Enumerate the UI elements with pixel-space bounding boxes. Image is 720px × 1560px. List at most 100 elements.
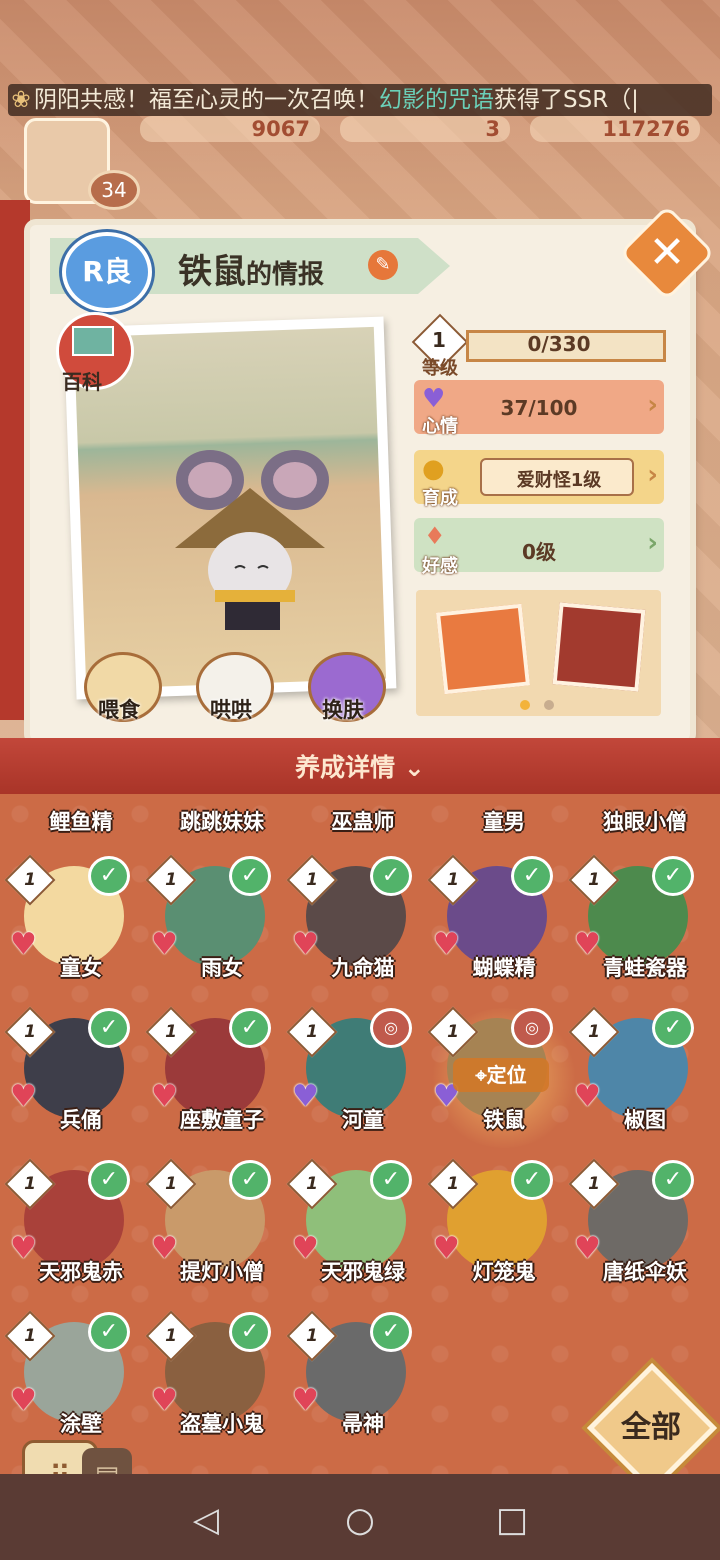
page-dot <box>544 700 554 710</box>
shikigami-name: 涂壁 <box>60 1412 102 1436</box>
partial-cell-name[interactable]: 独眼小僧 <box>570 806 720 836</box>
shikigami-cell[interactable]: 1 ✓ ♥ 兵俑 <box>4 1006 136 1148</box>
shikigami-name: 座敷童子 <box>180 1108 264 1132</box>
chevron-right-icon: › <box>647 460 658 490</box>
level-value: 1 <box>24 1326 36 1346</box>
home-icon[interactable]: ○ <box>340 1500 380 1540</box>
exp-value: 0/330 <box>527 332 591 356</box>
check-icon: ✓ <box>88 1312 130 1352</box>
skin-poster[interactable] <box>552 602 646 692</box>
partial-cell-name[interactable]: 童男 <box>429 806 579 836</box>
shikigami-name: 椒图 <box>624 1108 666 1132</box>
shikigami-cell[interactable]: 1 ✓ ♥ 盗墓小鬼 <box>145 1310 277 1452</box>
check-icon: ✓ <box>370 856 412 896</box>
shikigami-cell[interactable]: 1 ✓ ♥ 提灯小僧 <box>145 1158 277 1300</box>
level-value: 1 <box>588 870 600 890</box>
shikigami-name: 盗墓小鬼 <box>180 1412 264 1436</box>
level-value: 1 <box>306 1326 318 1346</box>
player-level-badge: 34 <box>88 170 140 210</box>
level-value: 1 <box>165 1174 177 1194</box>
affection-row[interactable]: ♦ 0级 好感 › <box>414 518 664 577</box>
shikigami-name: 河童 <box>342 1108 384 1132</box>
coin-value: 117276 <box>602 117 690 141</box>
encyclopedia-label: 百科 <box>62 370 102 394</box>
recents-icon[interactable]: □ <box>492 1500 532 1540</box>
shikigami-name: 天邪鬼赤 <box>39 1260 123 1284</box>
level-row: 1 0/330 等级 <box>411 313 666 379</box>
shikigami-cell[interactable]: 1 ✓ ♥ 青蛙瓷器 <box>568 854 700 996</box>
shikigami-name: 雨女 <box>201 956 243 980</box>
shikigami-name: 蝴蝶精 <box>472 956 536 980</box>
shikigami-cell[interactable]: 1 ◎ ♥ ⌖定位 铁鼠 <box>427 1006 579 1148</box>
feed-label: 喂食 <box>98 698 140 722</box>
level-value: 1 <box>447 870 459 890</box>
close-icon: ✕ <box>648 227 686 278</box>
shikigami-name: 帚神 <box>342 1412 384 1436</box>
level-value: 1 <box>165 870 177 890</box>
coax-label: 哄哄 <box>210 698 252 722</box>
locate-tag[interactable]: ⌖定位 <box>453 1058 549 1092</box>
skin-gallery[interactable] <box>416 590 661 716</box>
ticket-counter[interactable]: 3 <box>340 116 510 142</box>
mood-label: 心情 <box>422 416 458 437</box>
level-value: 1 <box>447 1022 459 1042</box>
check-icon: ✓ <box>88 856 130 896</box>
level-value: 1 <box>306 1174 318 1194</box>
check-icon: ✓ <box>229 1312 271 1352</box>
book-icon <box>72 326 114 356</box>
shikigami-cell[interactable]: 1 ✓ ♥ 童女 <box>4 854 136 996</box>
level-label: 等级 <box>422 358 458 379</box>
flower-icon: ❀ <box>11 87 31 113</box>
partial-cell-name[interactable]: 巫蛊师 <box>288 806 438 836</box>
level-value: 1 <box>24 870 36 890</box>
shikigami-cell[interactable]: 1 ✓ ♥ 雨女 <box>145 854 277 996</box>
check-icon: ✓ <box>370 1312 412 1352</box>
check-icon: ✓ <box>370 1160 412 1200</box>
training-details-label: 养成详情 ⌄ <box>0 748 720 784</box>
shikigami-cell[interactable]: 1 ✓ ♥ 椒图 <box>568 1006 700 1148</box>
growth-row[interactable]: ● 爱财怪1级 育成 › <box>414 450 664 509</box>
shikigami-name: 铁鼠 <box>178 252 246 292</box>
back-icon[interactable]: ◁ <box>186 1500 226 1540</box>
check-icon: ✓ <box>511 1160 553 1200</box>
shikigami-cell[interactable]: 1 ✓ ♥ 涂壁 <box>4 1310 136 1452</box>
chevron-down-icon: ⌄ <box>403 753 425 782</box>
rename-button[interactable]: ✎ <box>368 250 398 280</box>
title-suffix: 的情报 <box>246 260 325 290</box>
shikigami-name: 青蛙瓷器 <box>603 956 687 980</box>
shikigami-cell[interactable]: 1 ✓ ♥ 天邪鬼赤 <box>4 1158 136 1300</box>
shikigami-name: 铁鼠 <box>483 1108 525 1132</box>
shikigami-cell[interactable]: 1 ◎ ♥ 河童 <box>286 1006 418 1148</box>
shikigami-cell[interactable]: 1 ✓ ♥ 九命猫 <box>286 854 418 996</box>
jade-counter[interactable]: 9067 <box>140 116 320 142</box>
locked-skin-poster[interactable] <box>435 603 531 695</box>
check-icon: ✓ <box>229 1160 271 1200</box>
training-details-text: 养成详情 <box>295 753 396 782</box>
shikigami-cell[interactable]: 1 ✓ ♥ 蝴蝶精 <box>427 854 559 996</box>
mood-row[interactable]: ♥ 37/100 心情 › <box>414 380 664 437</box>
marquee-highlight: 幻影的咒语 <box>379 87 494 113</box>
coin-counter[interactable]: 117276 <box>530 116 700 142</box>
shikigami-name: 天邪鬼绿 <box>321 1260 405 1284</box>
partial-cell-name[interactable]: 鲤鱼精 <box>6 806 156 836</box>
level-badge: 1 <box>432 328 446 352</box>
currency-bar: 9067 3 117276 <box>90 116 710 144</box>
shikigami-cell[interactable]: 1 ✓ ♥ 灯笼鬼 <box>427 1158 559 1300</box>
pin-icon: ⌖ <box>475 1063 487 1087</box>
affection-label: 好感 <box>422 556 458 577</box>
rarity-badge: R良 <box>62 232 152 312</box>
locate-label: 定位 <box>486 1063 527 1087</box>
change-skin-label: 换肤 <box>322 698 364 722</box>
level-value: 1 <box>588 1174 600 1194</box>
shikigami-cell[interactable]: 1 ✓ ♥ 帚神 <box>286 1310 418 1452</box>
shikigami-cell[interactable]: 1 ✓ ♥ 唐纸伞妖 <box>568 1158 700 1300</box>
shikigami-cell[interactable]: 1 ✓ ♥ 座敷童子 <box>145 1006 277 1148</box>
close-button[interactable]: ✕ <box>623 209 711 297</box>
level-value: 1 <box>24 1174 36 1194</box>
partial-cell-name[interactable]: 跳跳妹妹 <box>147 806 297 836</box>
check-icon: ✓ <box>652 1160 694 1200</box>
shikigami-name: 提灯小僧 <box>180 1260 264 1284</box>
shikigami-name: 唐纸伞妖 <box>603 1260 687 1284</box>
jade-value: 9067 <box>251 117 310 141</box>
shikigami-cell[interactable]: 1 ✓ ♥ 天邪鬼绿 <box>286 1158 418 1300</box>
